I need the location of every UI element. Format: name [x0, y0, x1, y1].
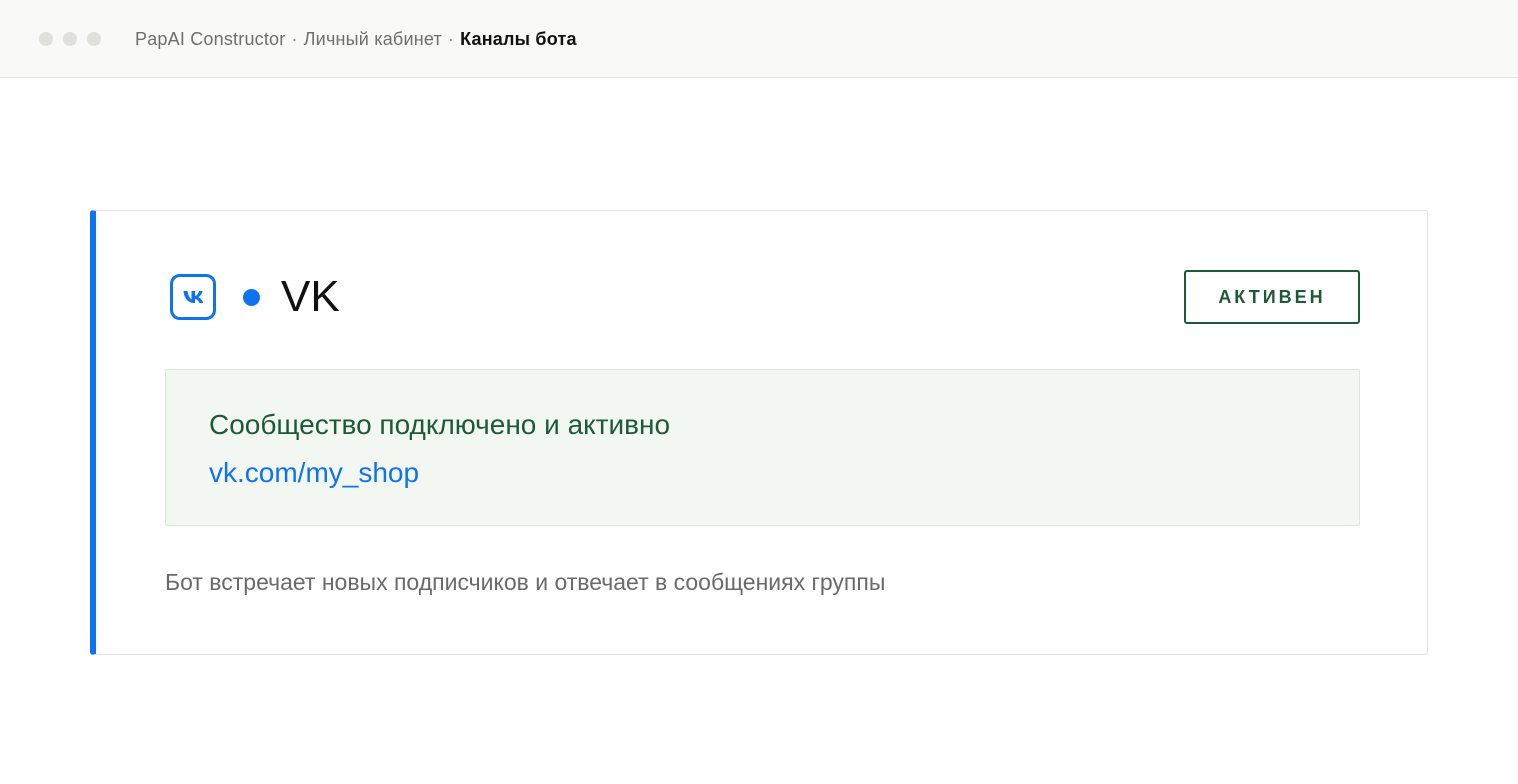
channel-description: Бот встречает новых подписчиков и отвеча…	[165, 569, 886, 595]
breadcrumb-item-app[interactable]: PapAI Constructor	[135, 29, 285, 49]
breadcrumb-item-current: Каналы бота	[460, 29, 577, 49]
community-link[interactable]: vk.com/my_shop	[209, 456, 419, 490]
channel-title: VK	[281, 272, 340, 321]
connection-info-box: Сообщество подключено и активно vk.com/m…	[165, 369, 1360, 526]
vk-logo-icon	[170, 274, 216, 320]
channel-card-vk: VK АКТИВЕН Сообщество подключено и актив…	[90, 210, 1428, 655]
window-titlebar: PapAI Constructor · Личный кабинет · Каналы …	[0, 0, 1518, 78]
connection-status-text: Сообщество подключено и активно	[209, 409, 671, 440]
breadcrumb-item-account[interactable]: Личный кабинет	[304, 29, 442, 49]
breadcrumb: PapAI Constructor · Личный кабинет · Каналы …	[135, 28, 577, 50]
window-close-dot[interactable]	[39, 32, 53, 46]
status-badge: АКТИВЕН	[1184, 270, 1360, 324]
breadcrumb-separator: ·	[291, 29, 298, 49]
breadcrumb-separator: ·	[447, 29, 455, 49]
window-maximize-dot[interactable]	[87, 32, 101, 46]
window-minimize-dot[interactable]	[63, 32, 77, 46]
status-dot	[243, 289, 260, 306]
